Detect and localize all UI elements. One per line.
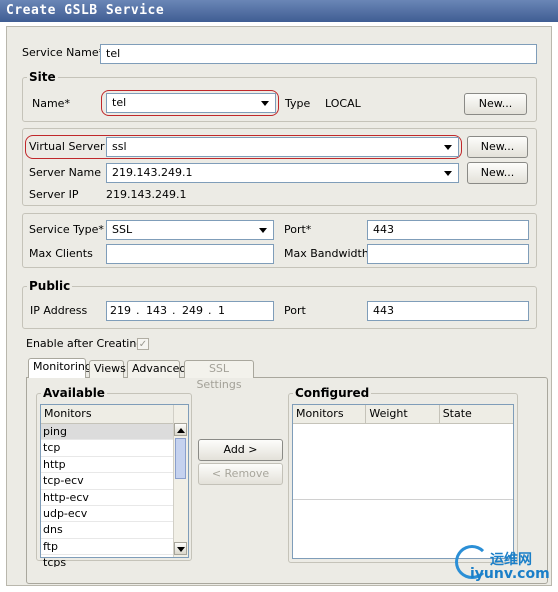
chevron-down-icon (444, 145, 452, 150)
scroll-down-icon[interactable] (174, 542, 187, 555)
site-name-label: Name* (32, 97, 70, 110)
ip-dot: . (172, 304, 176, 317)
port-input[interactable]: 443 (367, 220, 529, 240)
virtual-server-value: ssl (112, 140, 127, 153)
server-ip-value: 219.143.249.1 (106, 188, 187, 201)
chevron-down-icon (261, 101, 269, 106)
tab-advanced[interactable]: Advanced (127, 360, 186, 378)
site-type-value: LOCAL (325, 97, 361, 110)
ip-address-input[interactable]: 219. 143. 249. 1 (106, 301, 274, 321)
server-name-select[interactable]: 219.143.249.1 (106, 163, 459, 183)
add-button[interactable]: Add > (198, 439, 283, 461)
configured-column-weight[interactable]: Weight (366, 405, 440, 424)
max-bandwidth-input[interactable] (367, 244, 529, 264)
site-name-select[interactable]: tel (106, 93, 276, 113)
ip-octet-2: 143 (146, 304, 167, 317)
table-divider (293, 499, 513, 500)
configured-column-state[interactable]: State (439, 405, 514, 424)
ip-address-label: IP Address (30, 304, 88, 317)
tab-monitoring[interactable]: Monitoring (28, 358, 92, 378)
ip-dot: . (136, 304, 140, 317)
server-name-value: 219.143.249.1 (112, 166, 193, 179)
configured-group-title: Configured (293, 386, 372, 400)
server-name-label: Server Name (29, 166, 102, 179)
service-name-label: Service Name* (22, 46, 105, 59)
list-item[interactable]: udp-ecv (41, 506, 173, 523)
chevron-down-icon (259, 228, 267, 233)
site-name-value: tel (112, 96, 127, 109)
ip-octet-3: 249 (182, 304, 203, 317)
available-group-title: Available (41, 386, 107, 400)
enable-after-creating-label: Enable after Creating (26, 337, 144, 350)
public-port-label: Port (284, 304, 306, 317)
available-monitors-list[interactable]: Monitors ping tcp http tcp-ecv http-ecv … (40, 404, 189, 567)
virtual-server-label: Virtual Server (29, 140, 105, 153)
list-item[interactable]: dns (41, 522, 173, 539)
available-monitors-header: Monitors (41, 405, 176, 424)
service-type-select[interactable]: SSL (106, 220, 274, 240)
max-bandwidth-label: Max Bandwidth (284, 247, 369, 260)
public-port-input[interactable]: 443 (367, 301, 529, 321)
list-item[interactable]: ftp (41, 539, 173, 556)
list-item[interactable]: http-ecv (41, 490, 173, 506)
scroll-up-icon[interactable] (174, 423, 187, 436)
site-group-title: Site (27, 70, 58, 84)
virtual-server-select[interactable]: ssl (106, 137, 459, 157)
remove-button[interactable]: < Remove (198, 463, 283, 485)
service-type-label: Service Type* (29, 223, 104, 236)
list-item[interactable]: tcps (41, 555, 173, 567)
max-clients-label: Max Clients (29, 247, 93, 260)
ip-octet-1: 219 (110, 304, 131, 317)
tab-ssl-settings[interactable]: SSL Settings (184, 360, 254, 391)
service-type-value: SSL (112, 223, 133, 236)
server-ip-label: Server IP (29, 188, 79, 201)
max-clients-input[interactable] (106, 244, 274, 264)
watermark-url: iyunv.com (470, 566, 550, 582)
service-name-input[interactable]: tel (100, 44, 537, 64)
list-item[interactable]: ping (41, 424, 173, 441)
ip-octet-4: 1 (218, 304, 225, 317)
site-type-label: Type (285, 97, 311, 110)
public-group-title: Public (27, 279, 73, 293)
server-name-new-button[interactable]: New... (467, 162, 528, 184)
site-new-button[interactable]: New... (464, 93, 527, 115)
virtual-server-new-button[interactable]: New... (467, 136, 528, 158)
site-group (22, 77, 537, 122)
scroll-thumb[interactable] (175, 438, 186, 479)
tab-views[interactable]: Views (89, 360, 126, 378)
chevron-down-icon (444, 171, 452, 176)
configured-column-monitors[interactable]: Monitors (293, 405, 367, 424)
port-label: Port* (284, 223, 312, 236)
enable-after-creating-checkbox[interactable]: ✓ (137, 338, 149, 350)
window-title: Create GSLB Service (0, 0, 558, 22)
list-item[interactable]: tcp-ecv (41, 473, 173, 490)
configured-monitors-table[interactable]: Monitors Weight State (292, 404, 514, 559)
ip-dot: . (208, 304, 212, 317)
list-item[interactable]: tcp (41, 440, 173, 457)
list-item[interactable]: http (41, 457, 173, 474)
